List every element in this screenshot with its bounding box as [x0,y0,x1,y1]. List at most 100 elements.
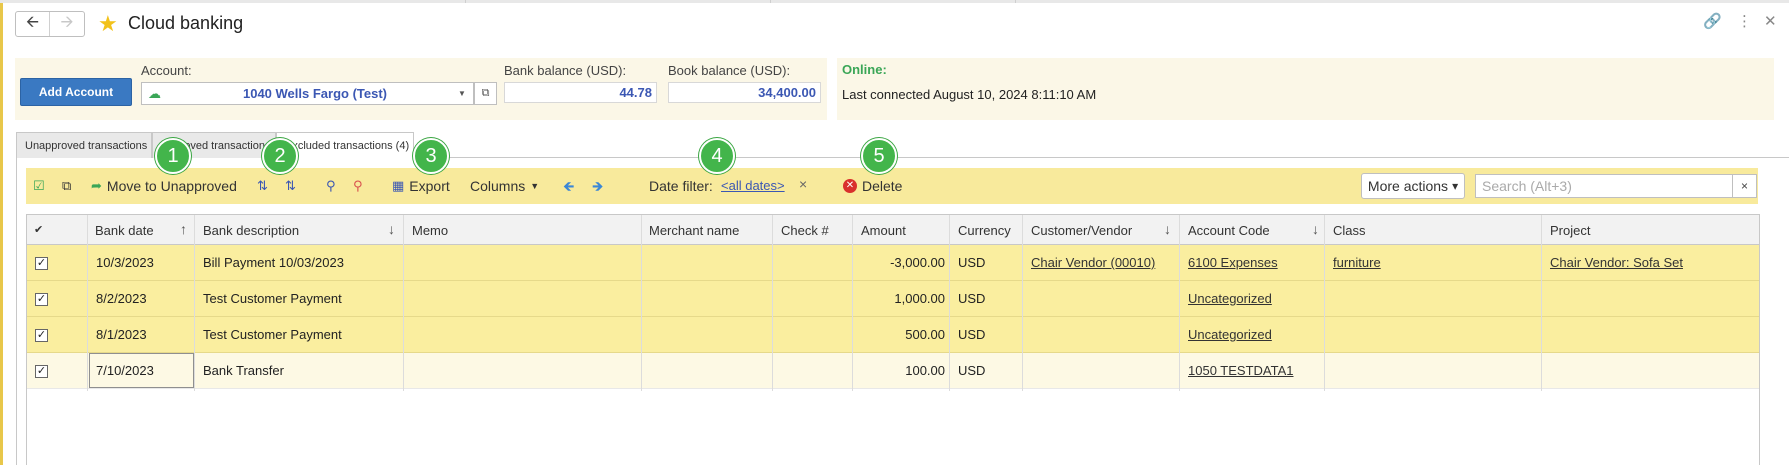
book-balance-label: Book balance (USD): [668,63,791,78]
cell-currency: USD [958,363,986,378]
sort-down-icon: ↓ [1164,221,1171,237]
close-icon[interactable]: ✕ [1764,13,1777,31]
col-header-class[interactable]: Class [1333,223,1366,238]
more-actions-button[interactable]: More actions ▾ [1361,173,1465,199]
sort-ascending-icon[interactable]: ⇅ [257,177,268,195]
bank-balance-value: 44.78 [504,82,657,103]
col-header-project[interactable]: Project [1550,223,1590,238]
column-divider [1022,215,1023,391]
date-filter-link[interactable]: <all dates> [721,178,785,193]
move-icon: ➦ [91,178,102,193]
callout-5: 5 [861,138,897,174]
sort-down-icon: ↓ [1312,221,1319,237]
cell-bank-date: 8/1/2023 [96,327,147,342]
chevron-down-icon: ▼ [530,181,540,191]
col-header-amount[interactable]: Amount [861,223,906,238]
search-input[interactable]: Search (Alt+3) [1475,174,1733,198]
tab-unapproved[interactable]: Unapproved transactions [16,132,152,158]
col-header-account-code[interactable]: Account Code [1188,223,1270,238]
col-header-check[interactable]: Check # [781,223,829,238]
clear-find-icon[interactable]: ⚲ [353,177,363,195]
account-label: Account: [141,63,192,78]
column-divider [1324,215,1325,391]
favorite-star-icon[interactable]: ★ [98,12,118,36]
cell-currency: USD [958,255,986,270]
check-all-icon[interactable]: ✔ [34,223,43,236]
bank-balance-label: Bank balance (USD): [504,63,627,78]
column-divider [1179,215,1180,391]
cell-account-code[interactable]: Uncategorized [1188,291,1272,306]
page-title: Cloud banking [128,13,244,33]
nav-buttons: 🡨 🡪 [15,11,85,37]
callout-1: 1 [155,138,191,174]
row-checkbox[interactable]: ✓ [35,257,48,270]
back-arrow-icon[interactable]: 🡨 [16,12,51,36]
cell-project[interactable]: Chair Vendor: Sofa Set [1550,255,1683,270]
table-row[interactable]: ✓ 10/3/2023 Bill Payment 10/03/2023 -3,0… [27,245,1759,281]
table-row[interactable]: ✓ 7/10/2023 Bank Transfer 100.00 USD 105… [27,353,1759,389]
cell-customer-vendor[interactable]: Chair Vendor (00010) [1031,255,1155,270]
cell-account-code[interactable]: 6100 Expenses [1188,255,1278,270]
col-header-bank-date[interactable]: Bank date [95,223,154,238]
top-tick [770,0,771,3]
cell-bank-date: 10/3/2023 [96,255,154,270]
cell-currency: USD [958,327,986,342]
link-icon[interactable]: 🔗 [1703,13,1722,31]
account-value: 1040 Wells Fargo (Test) [242,86,387,101]
more-vert-icon[interactable]: ⋮ [1737,13,1752,31]
cell-account-code[interactable]: Uncategorized [1188,327,1272,342]
move-to-unapproved-button[interactable]: ➦ Move to Unapproved [91,177,237,195]
top-divider [0,0,1789,3]
cell-amount: 1,000.00 [894,291,945,306]
column-divider [772,215,773,391]
previous-arrow-icon[interactable]: 🡸 [563,177,574,195]
add-account-button[interactable]: Add Account [20,78,132,106]
table-row[interactable]: ✓ 8/1/2023 Test Customer Payment 500.00 … [27,317,1759,353]
cell-class[interactable]: furniture [1333,255,1381,270]
date-filter-clear[interactable]: × [799,176,807,192]
cell-bank-date: 8/2/2023 [96,291,147,306]
col-header-memo[interactable]: Memo [412,223,448,238]
delete-button[interactable]: ✕ Delete [843,177,902,195]
copy-icon[interactable]: ⧉ [62,177,71,195]
cell-amount: -3,000.00 [890,255,945,270]
callout-3: 3 [413,138,449,174]
find-icon[interactable]: ⚲ [326,177,336,195]
forward-arrow-icon[interactable]: 🡪 [50,12,84,36]
next-arrow-icon[interactable]: 🡺 [592,177,603,195]
col-header-bank-description[interactable]: Bank description [203,223,299,238]
select-all-icon[interactable]: ☑ [33,177,45,195]
cell-amount: 500.00 [905,327,945,342]
row-checkbox[interactable]: ✓ [35,329,48,342]
cell-account-code[interactable]: 1050 TESTDATA1 [1188,363,1294,378]
sort-descending-icon[interactable]: ⇅ [285,177,296,195]
sort-down-icon: ↓ [388,221,395,237]
column-divider [949,215,950,391]
top-tick [1015,0,1016,3]
transactions-table: ✔ Bank date ↑ Bank description ↓ Memo Me… [26,214,1760,465]
date-filter-label: Date filter: [649,178,713,194]
export-button[interactable]: ▦ Export [392,177,450,195]
callout-2: 2 [262,138,298,174]
move-label: Move to Unapproved [106,178,237,194]
search-clear-button[interactable]: × [1733,174,1757,198]
col-header-merchant-name[interactable]: Merchant name [649,223,739,238]
last-connected-text: Last connected August 10, 2024 8:11:10 A… [842,87,1097,102]
account-select[interactable]: ☁ 1040 Wells Fargo (Test) [141,82,471,105]
col-header-customer-vendor[interactable]: Customer/Vendor [1031,223,1132,238]
table-header: ✔ Bank date ↑ Bank description ↓ Memo Me… [27,215,1759,245]
open-window-icon[interactable]: ⧉ [474,82,497,105]
column-divider [87,215,88,391]
cloud-upload-icon: ☁ [148,86,161,101]
columns-button[interactable]: Columns ▼ [470,177,539,195]
table-row[interactable]: ✓ 8/2/2023 Test Customer Payment 1,000.0… [27,281,1759,317]
export-label: Export [409,178,450,194]
row-checkbox[interactable]: ✓ [35,365,48,378]
cell-currency: USD [958,291,986,306]
row-checkbox[interactable]: ✓ [35,293,48,306]
chevron-down-icon[interactable]: ▼ [451,82,474,105]
top-tick [465,0,466,3]
callout-4: 4 [699,138,735,174]
col-header-currency[interactable]: Currency [958,223,1011,238]
cell-bank-description: Test Customer Payment [203,327,342,342]
